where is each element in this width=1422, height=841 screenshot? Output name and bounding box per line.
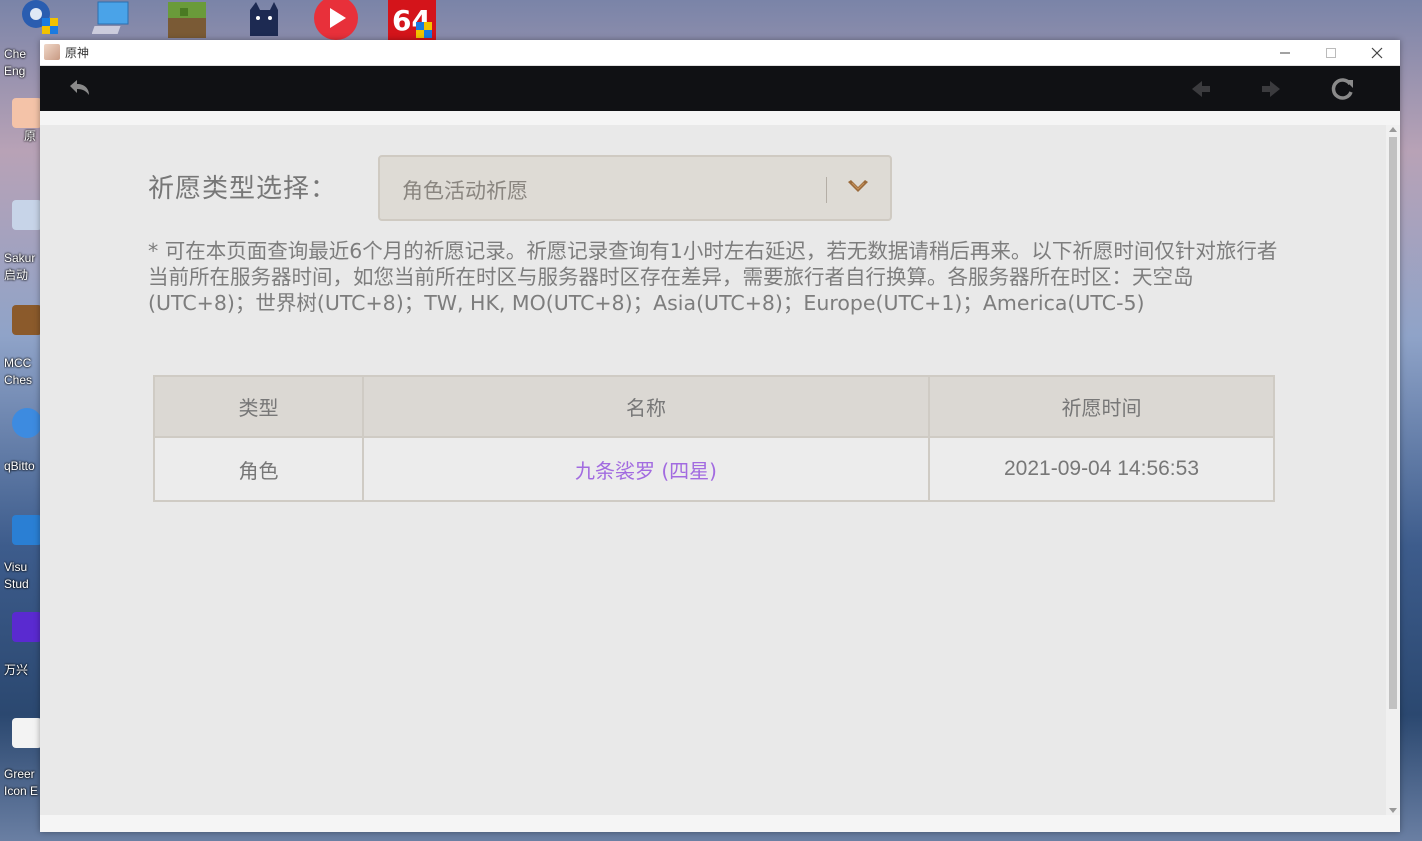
aida64-icon[interactable]: 64 bbox=[388, 0, 436, 40]
undo-arrow-icon bbox=[70, 80, 89, 95]
visual-studio-icon bbox=[12, 515, 42, 545]
greenshot-icon bbox=[12, 718, 42, 748]
wish-history-page: 祈愿类型选择： 角色活动祈愿 * 可在本页面查询最近6个月的祈愿记录。祈愿记录查… bbox=[40, 125, 1386, 815]
close-button[interactable] bbox=[1354, 40, 1400, 65]
minimize-button[interactable] bbox=[1262, 40, 1308, 65]
column-header-time: 祈愿时间 bbox=[928, 375, 1275, 438]
cell-name: 九条裟罗 (四星) bbox=[362, 436, 930, 502]
desktop-icon-label: Che Eng bbox=[4, 47, 27, 78]
arrow-right-icon bbox=[1262, 81, 1280, 97]
wish-records-table: 类型 名称 祈愿时间 角色 九条裟罗 (四星) 2021-09-04 14:56… bbox=[153, 375, 1275, 502]
dropdown-divider bbox=[826, 177, 827, 203]
vertical-scrollbar[interactable] bbox=[1386, 125, 1400, 815]
desktop-icon-visual-studio[interactable]: Visu Stud bbox=[4, 515, 42, 593]
refresh-icon bbox=[1331, 78, 1353, 100]
desktop-icon-label: Visu Stud bbox=[4, 560, 29, 591]
desktop-icon-sakura[interactable]: Sakur 启动 bbox=[4, 200, 42, 284]
nav-forward-button[interactable] bbox=[1258, 76, 1284, 102]
genshin-icon bbox=[12, 98, 42, 128]
cell-time: 2021-09-04 14:56:53 bbox=[928, 436, 1275, 502]
wondershare-icon bbox=[12, 612, 42, 642]
browser-toolbar bbox=[40, 66, 1400, 111]
chest-icon bbox=[12, 305, 42, 335]
nav-back-button[interactable] bbox=[1188, 76, 1214, 102]
back-button[interactable] bbox=[66, 76, 92, 102]
column-header-type: 类型 bbox=[153, 375, 364, 438]
computer-icon[interactable] bbox=[91, 0, 140, 40]
desktop-icon-cheat-engine[interactable]: Che Eng bbox=[4, 40, 40, 80]
web-content: 祈愿类型选择： 角色活动祈愿 * 可在本页面查询最近6个月的祈愿记录。祈愿记录查… bbox=[40, 111, 1400, 832]
scrollbar-thumb[interactable] bbox=[1389, 137, 1397, 709]
desktop-icon-genshin[interactable]: 原 bbox=[4, 98, 42, 145]
cheat-engine-icon[interactable] bbox=[14, 0, 62, 40]
title-bar[interactable]: 原神 bbox=[40, 40, 1400, 66]
sakura-icon bbox=[12, 200, 42, 230]
wish-type-dropdown[interactable]: 角色活动祈愿 bbox=[378, 155, 892, 221]
cat-app-icon[interactable] bbox=[244, 0, 292, 40]
app-icon bbox=[44, 44, 60, 60]
column-header-name: 名称 bbox=[362, 375, 930, 438]
qbittorrent-icon bbox=[12, 408, 42, 438]
desktop-icon-label: MCC Ches bbox=[4, 356, 33, 387]
table-header-row: 类型 名称 祈愿时间 bbox=[153, 375, 1275, 438]
arrow-left-icon bbox=[1192, 81, 1210, 97]
desktop-icon-label: qBitto bbox=[4, 459, 35, 473]
wish-type-label: 祈愿类型选择： bbox=[148, 174, 338, 204]
desktop-icon-label: 万兴 bbox=[4, 663, 29, 677]
window-title: 原神 bbox=[65, 46, 90, 60]
video-player-icon[interactable] bbox=[312, 0, 360, 40]
desktop-icon-label: Greer Icon E bbox=[4, 767, 39, 798]
table-row: 角色 九条裟罗 (四星) 2021-09-04 14:56:53 bbox=[153, 436, 1275, 502]
scroll-up-arrow-icon[interactable] bbox=[1389, 127, 1397, 132]
desktop-icon-greenshot[interactable]: Greer Icon E bbox=[4, 718, 42, 800]
scroll-down-arrow-icon[interactable] bbox=[1389, 808, 1397, 813]
minecraft-icon[interactable] bbox=[166, 0, 214, 40]
cell-type: 角色 bbox=[153, 436, 364, 502]
app-window: 原神 祈愿类型选择： 角色活动祈愿 * 可在本页面查询最近6个月的祈愿记录。祈愿… bbox=[40, 40, 1400, 832]
maximize-button[interactable] bbox=[1308, 40, 1354, 65]
chevron-down-icon bbox=[848, 180, 868, 192]
desktop-icon-label: Sakur 启动 bbox=[4, 251, 36, 282]
desktop-icon-mcc-chest[interactable]: MCC Ches bbox=[4, 305, 42, 389]
desktop-icon-wondershare[interactable]: 万兴 bbox=[4, 612, 42, 679]
wish-type-value: 角色活动祈愿 bbox=[402, 179, 528, 203]
refresh-button[interactable] bbox=[1330, 76, 1356, 102]
wish-notice-text: * 可在本页面查询最近6个月的祈愿记录。祈愿记录查询有1小时左右延迟，若无数据请… bbox=[148, 239, 1278, 315]
desktop-icon-qbittorrent[interactable]: qBitto bbox=[4, 408, 42, 475]
